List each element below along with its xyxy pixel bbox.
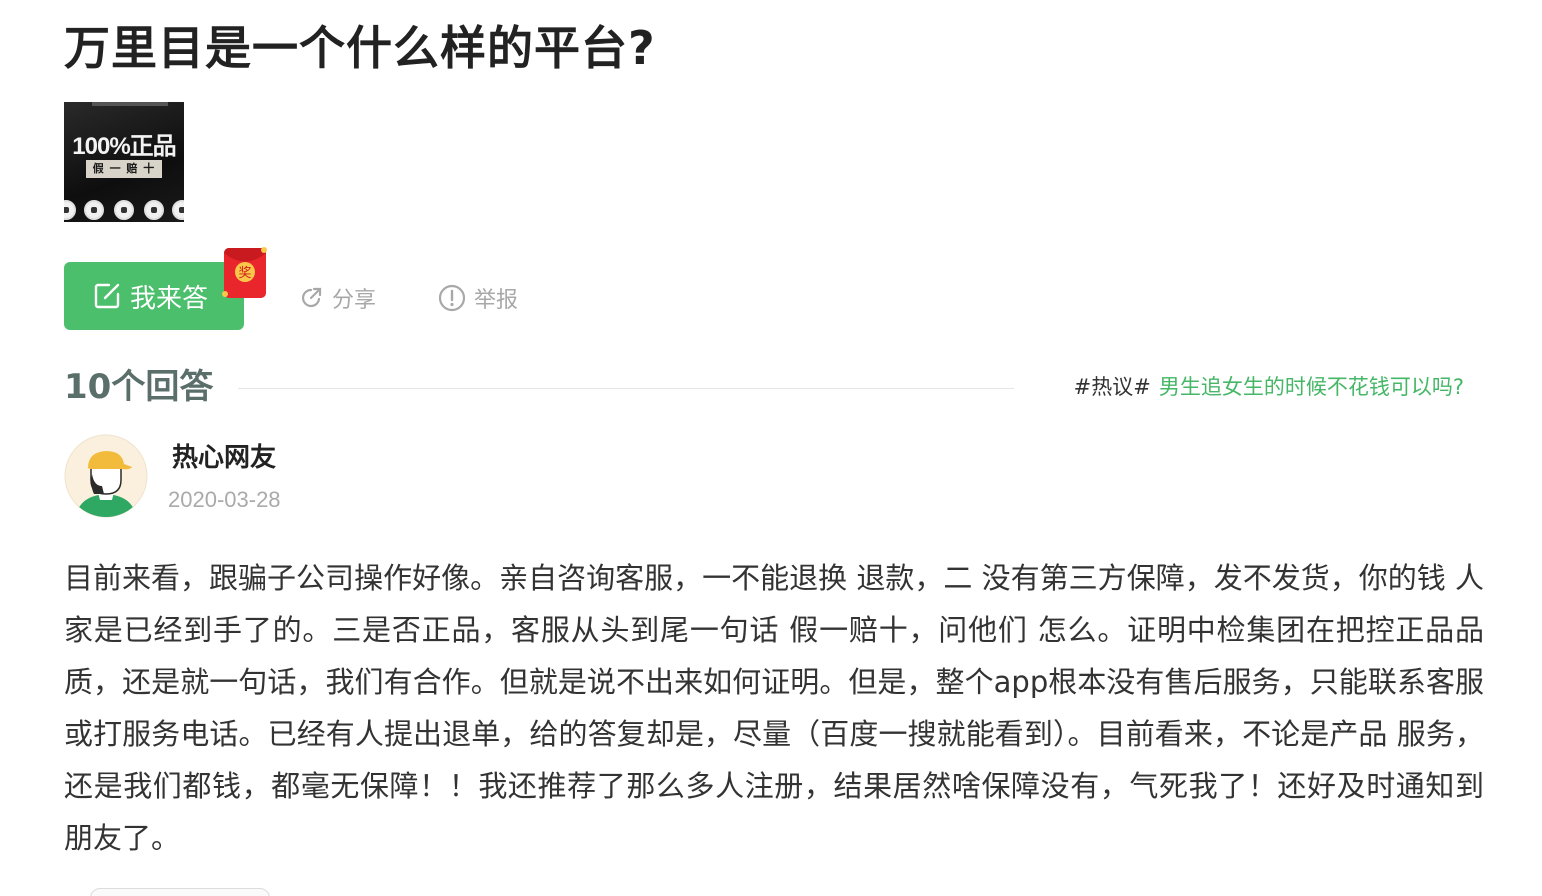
report-button[interactable]: 举报 (438, 278, 518, 318)
image-headline: 100%正品 (72, 133, 176, 160)
report-label: 举报 (474, 288, 519, 313)
divider (238, 388, 1014, 389)
answers-header: 10个回答 #热议# 男生追女生的时候不花钱可以吗? (64, 362, 1474, 414)
answer-date: 2020-03-28 (168, 487, 281, 512)
image-decoration (92, 102, 168, 106)
product-dot (172, 200, 184, 220)
question-page: 万里目是一个什么样的平台? 100%正品 假 一 赔 十 我来答 奖 分享 举报… (0, 0, 1542, 896)
share-button[interactable]: 分享 (298, 278, 376, 318)
more-button[interactable] (90, 888, 270, 896)
image-product-row (64, 200, 184, 222)
answer-button[interactable]: 我来答 (64, 262, 244, 330)
user-name[interactable]: 热心网友 (172, 440, 276, 476)
red-packet-icon: 奖 (222, 247, 267, 298)
hot-topic-tag: #热议# (1073, 375, 1151, 399)
share-icon (302, 287, 322, 308)
product-dot (64, 200, 76, 220)
edit-icon (94, 283, 120, 309)
product-dot (114, 200, 134, 220)
share-label: 分享 (332, 288, 377, 313)
answers-count: 10个回答 (64, 367, 214, 407)
report-icon (438, 284, 466, 312)
hot-topic-link[interactable]: 男生追女生的时候不花钱可以吗? (1159, 375, 1464, 399)
image-tagline: 假 一 赔 十 (86, 160, 162, 178)
answer-body: 目前来看，跟骗子公司操作好像。亲自咨询客服，一不能退换 退款，二 没有第三方保障… (64, 561, 1484, 855)
red-packet-label: 奖 (238, 266, 251, 281)
question-image[interactable]: 100%正品 假 一 赔 十 (64, 102, 184, 222)
hot-topic: #热议# 男生追女生的时候不花钱可以吗? (1074, 372, 1464, 402)
answer-button-label: 我来答 (130, 283, 209, 314)
avatar[interactable] (64, 434, 148, 518)
product-dot (144, 200, 164, 220)
product-dot (84, 200, 104, 220)
question-title: 万里目是一个什么样的平台? (64, 21, 656, 75)
